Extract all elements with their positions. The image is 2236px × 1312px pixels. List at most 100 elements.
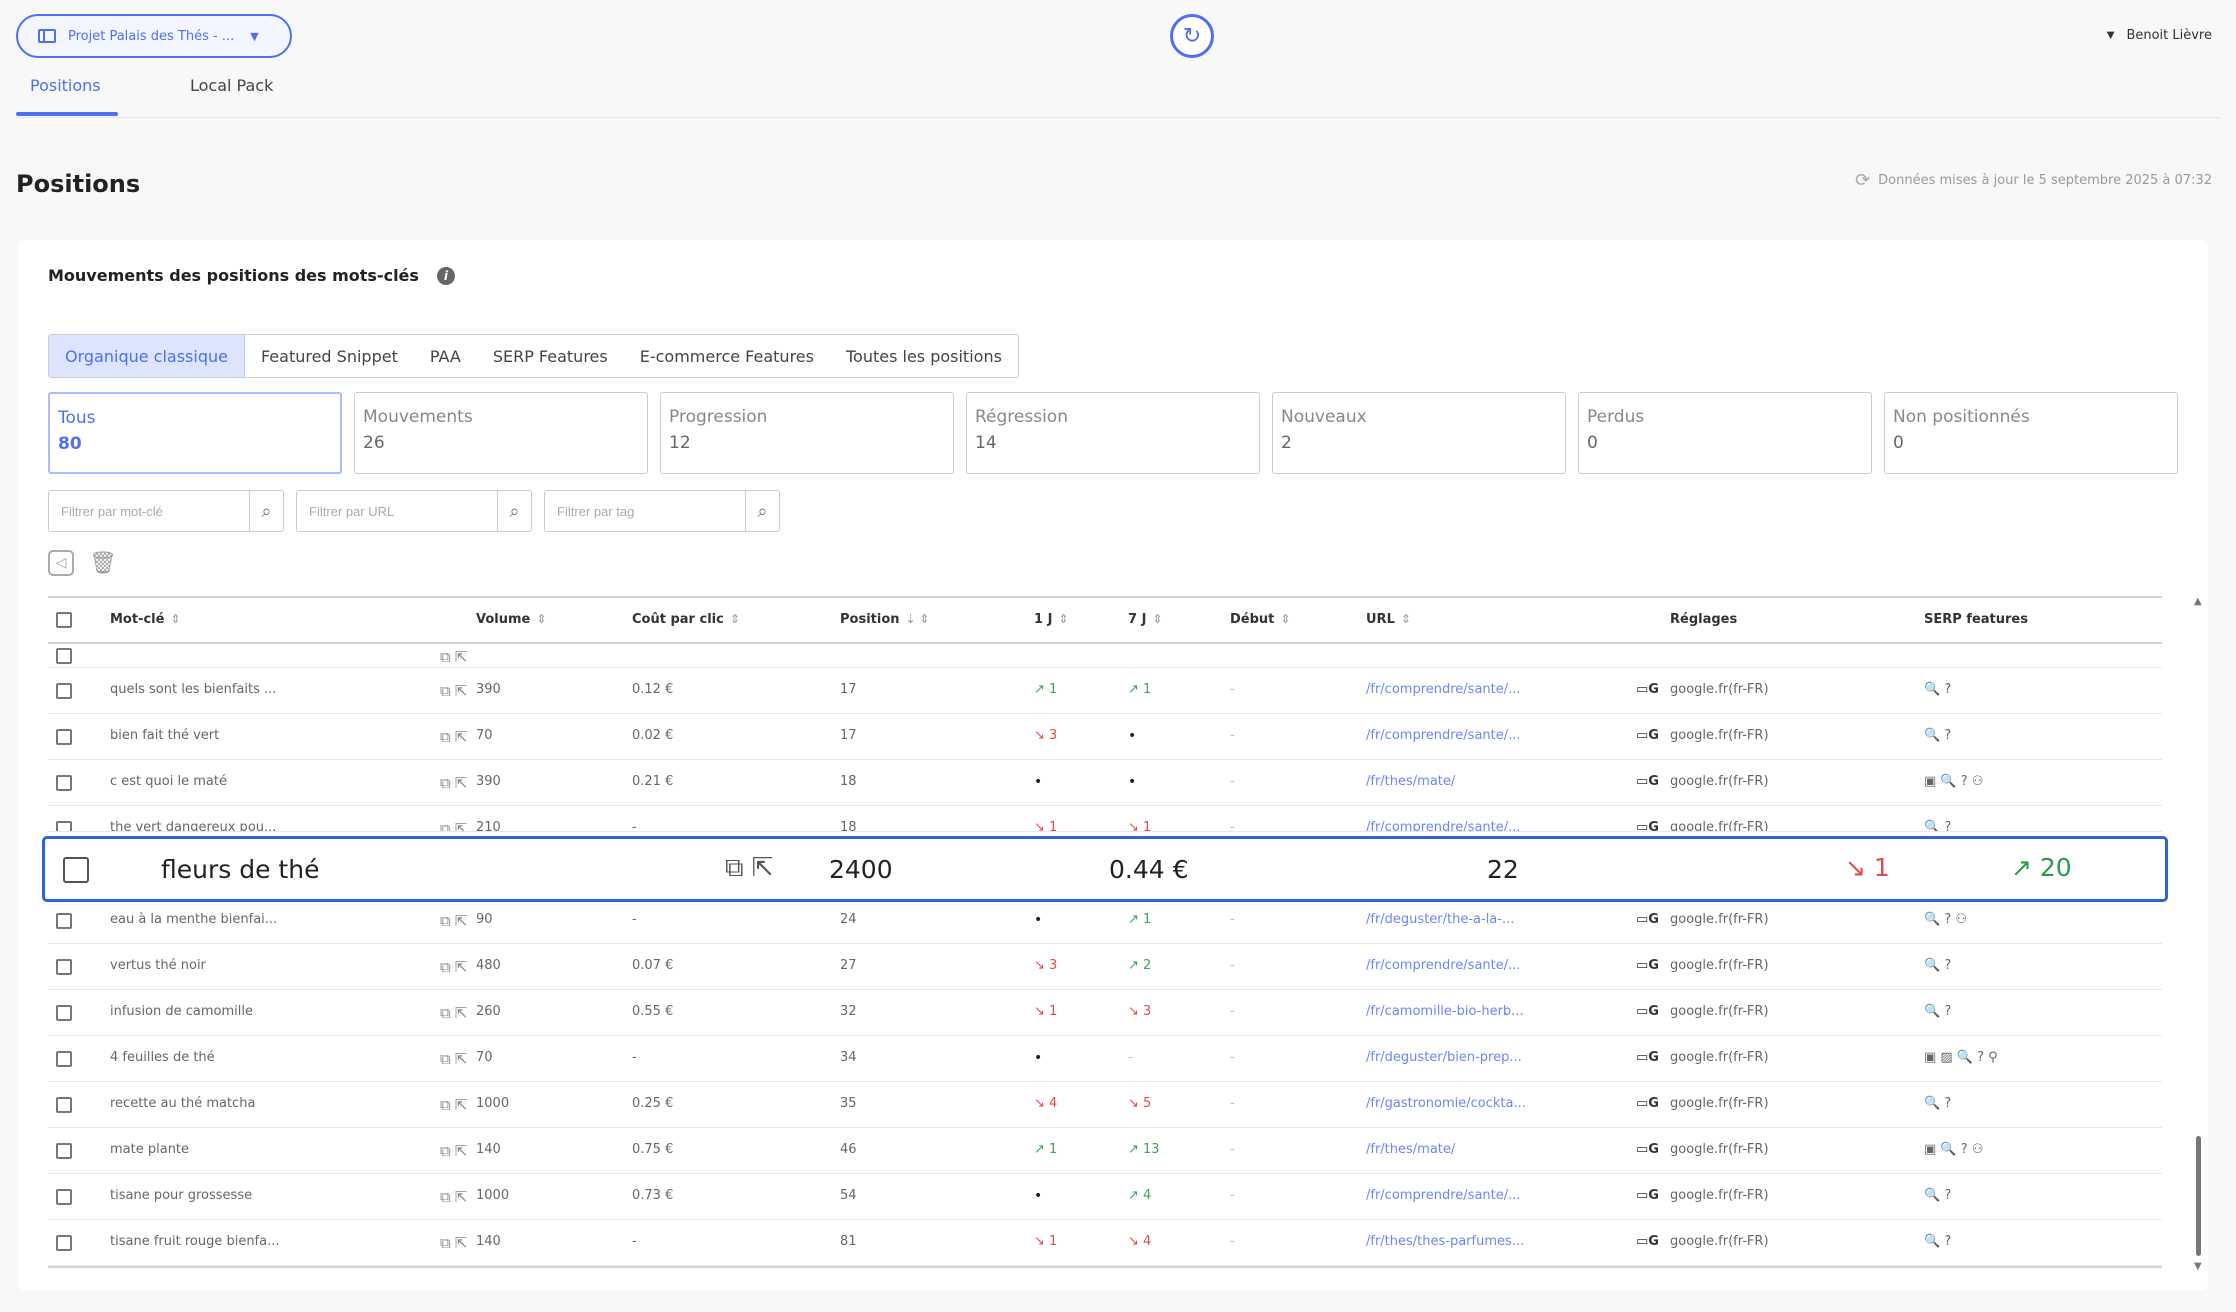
row-url[interactable]: /fr/comprendre/sante/... — [1366, 682, 1521, 697]
tag-icon[interactable]: ◁ — [48, 550, 74, 576]
table-row[interactable]: ⧉⇱ tisane fruit rouge bienfa... 140 - 81 ↘ 1 ↘… — [48, 1220, 2162, 1266]
row-keyword[interactable]: bien fait thé vert — [110, 728, 219, 743]
row-keyword[interactable]: tisane fruit rouge bienfa... — [110, 1234, 280, 1249]
row-keyword[interactable]: eau à la menthe bienfai... — [110, 912, 277, 927]
row-keyword[interactable]: recette au thé matcha — [110, 1096, 255, 1111]
row-checkbox[interactable] — [56, 1051, 72, 1067]
row-url[interactable]: /fr/thes/mate/ — [1366, 774, 1455, 789]
col-1j[interactable]: 1 J ⇕ — [1034, 612, 1068, 627]
kpi-perdus[interactable]: Perdus 0 — [1578, 392, 1872, 474]
row-checkbox[interactable] — [56, 648, 72, 664]
row-checkbox[interactable] — [56, 729, 72, 745]
col-position[interactable]: Position ⇣ ⇕ — [840, 612, 929, 627]
row-keyword[interactable]: infusion de camomille — [110, 1004, 253, 1019]
kpi-nouveaux[interactable]: Nouveaux 2 — [1272, 392, 1566, 474]
row-checkbox[interactable] — [56, 959, 72, 975]
app-logo-icon[interactable]: ↻ — [1170, 14, 1214, 58]
row-keyword[interactable]: tisane pour grossesse — [110, 1188, 252, 1203]
row-actions[interactable]: ⧉⇱ — [440, 912, 471, 930]
row-keyword[interactable]: the vert dangereux pou... — [110, 820, 276, 831]
row-url[interactable]: /fr/deguster/the-a-la-... — [1366, 912, 1514, 927]
row-actions[interactable]: ⧉⇱ — [440, 728, 471, 746]
row-url[interactable]: /fr/deguster/bien-prep... — [1366, 1050, 1522, 1065]
table-row[interactable]: ⧉⇱ c est quoi le maté 390 0.21 € 18 • • - /fr/th… — [48, 760, 2162, 806]
table-row[interactable]: ⧉⇱ infusion de camomille 260 0.55 € 32 ↘ 1 ↘ 3… — [48, 990, 2162, 1036]
col-keyword[interactable]: Mot-clé ⇕ — [110, 612, 181, 627]
tag-filter-input[interactable] — [545, 491, 745, 531]
row-actions[interactable]: ⧉⇱ — [725, 853, 781, 884]
select-all-checkbox[interactable] — [56, 612, 72, 628]
search-icon[interactable]: ⌕ — [745, 491, 779, 531]
row-actions[interactable]: ⧉⇱ — [440, 958, 471, 976]
row-url[interactable]: /fr/comprendre/sante/... — [1366, 728, 1521, 743]
row-checkbox[interactable] — [56, 1143, 72, 1159]
user-menu[interactable]: ▼ Benoit Lièvre — [2107, 28, 2212, 43]
kpi-tous[interactable]: Tous 80 — [48, 392, 342, 474]
row-url[interactable]: /fr/comprendre/sante/... — [1366, 1188, 1521, 1203]
kpi-progression[interactable]: Progression 12 — [660, 392, 954, 474]
col-volume[interactable]: Volume ⇕ — [476, 612, 546, 627]
row-checkbox[interactable] — [56, 1189, 72, 1205]
scroll-down-icon[interactable]: ▼ — [2194, 1261, 2202, 1272]
table-row[interactable]: ⧉⇱ eau à la menthe bienfai... 90 - 24 • ↗ 1 - /f… — [48, 898, 2162, 944]
search-icon[interactable]: ⌕ — [497, 491, 531, 531]
col-7j[interactable]: 7 J ⇕ — [1128, 612, 1162, 627]
row-actions[interactable]: ⧉⇱ — [440, 820, 471, 831]
row-actions[interactable]: ⧉⇱ — [440, 1142, 471, 1160]
table-row[interactable]: ⧉⇱ vertus thé noir 480 0.07 € 27 ↘ 3 ↗ 2 - /fr/c… — [48, 944, 2162, 990]
col-start[interactable]: Début ⇕ — [1230, 612, 1290, 627]
keyword-filter-input[interactable] — [49, 491, 249, 531]
row-checkbox[interactable] — [63, 857, 89, 883]
row-checkbox[interactable] — [56, 1235, 72, 1251]
row-actions[interactable]: ⧉⇱ — [440, 1234, 471, 1252]
row-keyword[interactable]: 4 feuilles de thé — [110, 1050, 215, 1065]
table-row[interactable]: ⧉⇱ tisane pour grossesse 1000 0.73 € 54 • ↗ 4 -… — [48, 1174, 2162, 1220]
segment-all-positions[interactable]: Toutes les positions — [830, 335, 1018, 377]
kpi-non-positionnes[interactable]: Non positionnés 0 — [1884, 392, 2178, 474]
table-row[interactable]: ⧉⇱ quels sont les bienfaits ... 390 0.12 € 1… — [48, 668, 2162, 714]
col-url[interactable]: URL ⇕ — [1366, 612, 1411, 627]
row-checkbox[interactable] — [56, 821, 72, 831]
scroll-thumb[interactable] — [2196, 1136, 2201, 1256]
row-actions[interactable]: ⧉⇱ — [440, 648, 471, 666]
info-icon[interactable]: i — [436, 266, 455, 285]
trash-icon[interactable]: 🗑 — [89, 550, 117, 576]
tab-positions[interactable]: Positions — [30, 76, 101, 95]
search-icon[interactable]: ⌕ — [249, 491, 283, 531]
row-actions[interactable]: ⧉⇱ — [440, 682, 471, 700]
segment-featured-snippet[interactable]: Featured Snippet — [245, 335, 414, 377]
row-checkbox[interactable] — [56, 1097, 72, 1113]
project-selector[interactable]: Projet Palais des Thés - ... ▼ — [16, 14, 292, 58]
kpi-mouvements[interactable]: Mouvements 26 — [354, 392, 648, 474]
row-keyword[interactable]: vertus thé noir — [110, 958, 206, 973]
row-keyword[interactable]: c est quoi le maté — [110, 774, 227, 789]
segment-paa[interactable]: PAA — [414, 335, 477, 377]
table-row[interactable]: ⧉⇱ mate plante 140 0.75 € 46 ↗ 1 ↗ 13 - /fr/thes… — [48, 1128, 2162, 1174]
row-actions[interactable]: ⧉⇱ — [440, 1096, 471, 1114]
table-row[interactable]: ⧉⇱ the vert dangereux pou... 210 - 18 ↘ 1 ↘ 1 -… — [48, 806, 2162, 832]
row-url[interactable]: /fr/comprendre/sante/... — [1366, 820, 1521, 831]
table-scrollbar[interactable]: ▲ ▼ — [2194, 596, 2204, 1272]
row-url[interactable]: /fr/thes/mate/ — [1366, 1142, 1455, 1157]
row-url[interactable]: /fr/gastronomie/cockta... — [1366, 1096, 1526, 1111]
row-checkbox[interactable] — [56, 913, 72, 929]
kpi-regression[interactable]: Régression 14 — [966, 392, 1260, 474]
table-row[interactable]: ⧉⇱ recette au thé matcha 1000 0.25 € 35 ↘ 4 ↘ … — [48, 1082, 2162, 1128]
row-keyword[interactable]: mate plante — [110, 1142, 189, 1157]
row-url[interactable]: /fr/comprendre/sante/... — [1366, 958, 1521, 973]
segment-ecommerce[interactable]: E-commerce Features — [624, 335, 830, 377]
highlighted-row[interactable]: fleurs de thé ⧉⇱ 2400 0.44 € 22 ↘ 1 ↗ 20 — [42, 836, 2168, 902]
scroll-up-icon[interactable]: ▲ — [2194, 596, 2202, 607]
table-row[interactable]: ⧉⇱ bien fait thé vert 70 0.02 € 17 ↘ 3 • - /fr/c… — [48, 714, 2162, 760]
row-checkbox[interactable] — [56, 775, 72, 791]
table-row[interactable]: ⧉⇱ 4 feuilles de thé 70 - 34 • - - /fr/deguster/… — [48, 1036, 2162, 1082]
col-cpc[interactable]: Coût par clic ⇕ — [632, 612, 740, 627]
segment-organique[interactable]: Organique classique — [49, 335, 245, 377]
row-actions[interactable]: ⧉⇱ — [440, 1004, 471, 1022]
segment-serp-features[interactable]: SERP Features — [477, 335, 624, 377]
row-actions[interactable]: ⧉⇱ — [440, 1050, 471, 1068]
row-actions[interactable]: ⧉⇱ — [440, 774, 471, 792]
row-keyword[interactable]: quels sont les bienfaits ... — [110, 682, 276, 697]
url-filter-input[interactable] — [297, 491, 497, 531]
row-checkbox[interactable] — [56, 1005, 72, 1021]
